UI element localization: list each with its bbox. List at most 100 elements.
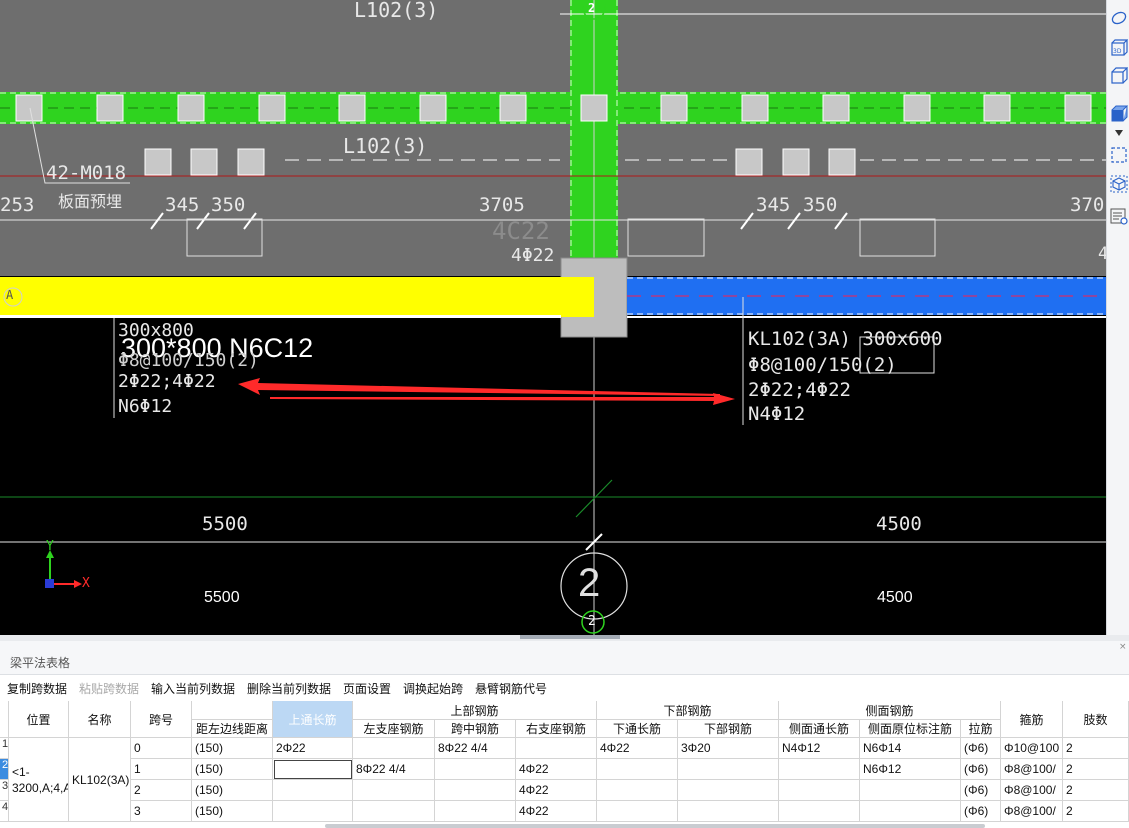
table-toolbar: 复制跨数据 粘贴跨数据 输入当前列数据 删除当前列数据 页面设置 调换起始跨 悬… — [0, 676, 1129, 700]
tie-cell[interactable]: (Φ6) — [961, 738, 1001, 759]
midspan-cell[interactable] — [435, 759, 516, 780]
top-long-cell[interactable] — [273, 780, 353, 801]
tie-cell[interactable]: (Φ6) — [961, 759, 1001, 780]
right-support-cell[interactable]: 4Φ22 — [516, 759, 597, 780]
delete-column-button[interactable]: 删除当前列数据 — [247, 680, 331, 697]
side-original-cell[interactable] — [860, 801, 961, 822]
copy-span-button[interactable]: 复制跨数据 — [7, 680, 67, 697]
col-header-side-original[interactable]: 侧面原位标注筋 — [860, 720, 961, 738]
col-header-bottom-rebar[interactable]: 下部钢筋 — [678, 720, 779, 738]
bottom-long-cell[interactable]: 4Φ22 — [597, 738, 678, 759]
cantilever-code-button[interactable]: 悬臂钢筋代号 — [475, 680, 547, 697]
input-column-button[interactable]: 输入当前列数据 — [151, 680, 235, 697]
stirrup-cell[interactable]: Φ8@100/ — [1001, 801, 1063, 822]
row-number[interactable]: 3 — [0, 780, 9, 801]
col-header-side-long[interactable]: 侧面通长筋 — [779, 720, 860, 738]
side-original-cell[interactable]: N6Φ12 — [860, 759, 961, 780]
properties-icon[interactable] — [1109, 206, 1128, 226]
span-cell[interactable]: 1 — [131, 759, 192, 780]
distance-cell[interactable]: (150) — [192, 738, 273, 759]
col-header-left-support[interactable]: 左支座钢筋 — [353, 720, 435, 738]
page-setup-button[interactable]: 页面设置 — [343, 680, 391, 697]
chevron-down-icon[interactable] — [1109, 126, 1128, 140]
close-icon[interactable]: × — [1119, 642, 1127, 652]
3d-cube-icon[interactable] — [1109, 174, 1128, 194]
right-support-cell[interactable]: 4Φ22 — [516, 801, 597, 822]
col-header-span[interactable]: 跨号 — [131, 701, 192, 738]
col-header-position[interactable]: 位置 — [9, 701, 69, 738]
col-header-name[interactable]: 名称 — [69, 701, 131, 738]
left-support-cell[interactable] — [353, 801, 435, 822]
side-long-cell[interactable]: N4Φ12 — [779, 738, 860, 759]
midspan-cell[interactable] — [435, 780, 516, 801]
name-cell[interactable]: KL102(3A) — [69, 738, 131, 822]
distance-cell[interactable]: (150) — [192, 759, 273, 780]
side-long-cell[interactable] — [779, 759, 860, 780]
span-cell[interactable]: 0 — [131, 738, 192, 759]
stirrup-cell[interactable]: Φ8@100/ — [1001, 780, 1063, 801]
left-support-cell[interactable] — [353, 780, 435, 801]
blue-beam[interactable] — [627, 277, 1106, 315]
col-header-top-long[interactable]: 上通长筋 — [273, 701, 353, 738]
midspan-cell[interactable] — [435, 801, 516, 822]
top-long-cell[interactable]: 2Φ22 — [273, 738, 353, 759]
col-header-bottom-long[interactable]: 下通长筋 — [597, 720, 678, 738]
cube-icon[interactable] — [1109, 66, 1128, 86]
bottom-rebar-cell[interactable] — [678, 759, 779, 780]
position-cell[interactable]: <1-3200,A;4,A> — [9, 738, 69, 822]
distance-cell[interactable]: (150) — [192, 780, 273, 801]
splitter-grip[interactable] — [520, 635, 620, 639]
legs-cell[interactable]: 2 — [1063, 759, 1129, 780]
left-support-cell[interactable] — [353, 738, 435, 759]
bottom-rebar-cell[interactable]: 3Φ20 — [678, 738, 779, 759]
box-dropdown-icon[interactable] — [1109, 104, 1128, 124]
yellow-beam[interactable] — [0, 277, 594, 317]
bottom-long-cell[interactable] — [597, 801, 678, 822]
col-header-distance[interactable]: 距左边线距离 — [192, 720, 273, 738]
stirrup-cell[interactable]: Φ8@100/ — [1001, 759, 1063, 780]
stirrup-cell[interactable]: Φ10@100 — [1001, 738, 1063, 759]
dim-right-edge: 370 — [1070, 194, 1105, 216]
row-number[interactable]: 4 — [0, 801, 9, 822]
right-support-cell[interactable]: 4Φ22 — [516, 780, 597, 801]
paste-span-button[interactable]: 粘贴跨数据 — [79, 680, 139, 697]
span-cell[interactable]: 2 — [131, 780, 192, 801]
col-header-right-support[interactable]: 右支座钢筋 — [516, 720, 597, 738]
right-anno-name: KL102(3A) 300x600 — [748, 328, 943, 350]
column-label: 4C22 — [492, 217, 550, 245]
col-header-tie[interactable]: 拉筋 — [961, 720, 1001, 738]
legs-cell[interactable]: 2 — [1063, 780, 1129, 801]
tie-cell[interactable]: (Φ6) — [961, 801, 1001, 822]
bottom-rebar-cell[interactable] — [678, 780, 779, 801]
col-header-stirrup[interactable]: 箍筋 — [1001, 701, 1063, 738]
bottom-long-cell[interactable] — [597, 780, 678, 801]
span-dim-left-lower: 5500 — [204, 589, 240, 606]
ellipse-icon[interactable] — [1109, 8, 1128, 28]
distance-cell[interactable]: (150) — [192, 801, 273, 822]
horizontal-scrollbar[interactable] — [325, 824, 985, 828]
top-long-cell[interactable] — [273, 801, 353, 822]
row-number[interactable]: 2 — [0, 759, 9, 780]
row-number[interactable]: 1 — [0, 738, 9, 759]
span-cell[interactable]: 3 — [131, 801, 192, 822]
legs-cell[interactable]: 2 — [1063, 801, 1129, 822]
midspan-cell[interactable]: 8Φ22 4/4 — [435, 738, 516, 759]
bottom-long-cell[interactable] — [597, 759, 678, 780]
tie-cell[interactable]: (Φ6) — [961, 780, 1001, 801]
side-long-cell[interactable] — [779, 780, 860, 801]
col-header-legs[interactable]: 肢数 — [1063, 701, 1129, 738]
top-long-cell[interactable] — [273, 759, 353, 780]
row-number-header — [0, 701, 9, 738]
side-original-cell[interactable]: N6Φ14 — [860, 738, 961, 759]
legs-cell[interactable]: 2 — [1063, 738, 1129, 759]
right-support-cell[interactable] — [516, 738, 597, 759]
3d-view-icon[interactable]: 3D — [1109, 38, 1128, 58]
side-long-cell[interactable] — [779, 801, 860, 822]
cad-viewport[interactable]: L102(3) 2 L102(3) 42-M018 板面预埋 253 345 3… — [0, 0, 1106, 635]
bottom-rebar-cell[interactable] — [678, 801, 779, 822]
side-original-cell[interactable] — [860, 780, 961, 801]
col-header-midspan[interactable]: 跨中钢筋 — [435, 720, 516, 738]
dashed-select-icon[interactable] — [1109, 145, 1128, 165]
swap-start-span-button[interactable]: 调换起始跨 — [403, 680, 463, 697]
left-support-cell[interactable]: 8Φ22 4/4 — [353, 759, 435, 780]
